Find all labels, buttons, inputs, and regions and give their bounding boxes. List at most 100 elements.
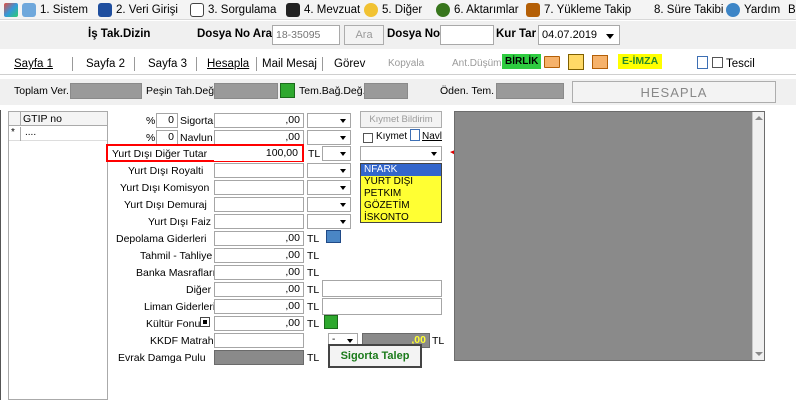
- arrow-right-icon[interactable]: [280, 83, 295, 98]
- gtip-cell[interactable]: ....: [25, 127, 36, 138]
- menu-aktarimlar[interactable]: 6. Aktarımlar: [436, 2, 519, 18]
- folder-open-icon[interactable]: [544, 56, 560, 68]
- app-icon[interactable]: [4, 3, 18, 17]
- kiymet-checkbox[interactable]: [363, 133, 373, 143]
- royalti-input[interactable]: [214, 163, 304, 178]
- tab-sayfa-2[interactable]: Sayfa 2: [86, 58, 125, 70]
- ara-button[interactable]: Ara: [344, 25, 384, 45]
- window-edge: [0, 110, 1, 400]
- navlun-input[interactable]: ,00: [214, 130, 304, 145]
- diger-input[interactable]: ,00: [214, 282, 304, 297]
- kiymet-bildirimi-button[interactable]: Kıymet Bildirim: [360, 111, 442, 128]
- komisyon-currency-select[interactable]: [307, 180, 351, 195]
- e-imza-badge[interactable]: E-İMZA: [618, 54, 663, 69]
- notes-panel[interactable]: [454, 111, 765, 361]
- yurt-disi-diger-currency-select[interactable]: [322, 146, 351, 161]
- tab-mail-mesaj[interactable]: Mail Mesaj: [262, 58, 317, 70]
- menu-sistem[interactable]: 1. Sistem: [22, 2, 88, 18]
- page-title: İş Tak.Dizin: [88, 28, 151, 40]
- menu-sure-takibi[interactable]: 8. Süre Takibi: [654, 2, 723, 18]
- dropdown-option-nfark[interactable]: NFARK: [361, 164, 441, 176]
- scroll-down-icon[interactable]: [755, 352, 763, 356]
- chevron-down-icon: [340, 152, 346, 156]
- dosya-no-ara-input[interactable]: [272, 25, 340, 45]
- dropdown-option-yurt-disi[interactable]: YURT DIŞI: [361, 176, 441, 188]
- faiz-currency-select[interactable]: [307, 214, 351, 229]
- tab-ant-dusum[interactable]: Ant.Düşüm: [452, 58, 501, 69]
- gtip-grid: GTIP no * ....: [8, 111, 108, 400]
- liman-input[interactable]: ,00: [214, 299, 304, 314]
- kkdf-input[interactable]: [214, 333, 304, 348]
- calculator-icon[interactable]: [326, 230, 341, 243]
- tahmil-input[interactable]: ,00: [214, 248, 304, 263]
- arrow-right-icon[interactable]: [324, 315, 338, 329]
- menu-sorgulama[interactable]: 3. Sorgulama: [190, 2, 276, 18]
- tab-kopyala[interactable]: Kopyala: [388, 58, 424, 69]
- tab-sayfa-3[interactable]: Sayfa 3: [148, 58, 187, 70]
- upload-icon[interactable]: [568, 54, 584, 70]
- tescil-checkbox[interactable]: [712, 57, 723, 68]
- depolama-label: Depolama Giderleri: [116, 233, 207, 245]
- sigorta-talep-label: Sigorta Talep: [340, 350, 410, 362]
- dropdown-option-iskonto[interactable]: İSKONTO: [361, 212, 441, 224]
- toplam-ver-field: [70, 83, 142, 99]
- diger-label: Diğer: [186, 284, 212, 296]
- sigorta-talep-button[interactable]: Sigorta Talep: [328, 344, 422, 368]
- scroll-up-icon[interactable]: [755, 116, 763, 120]
- tescil-label: Tescil: [726, 58, 755, 70]
- hesapla-button-label: HESAPLA: [640, 84, 708, 100]
- kultur-checkbox[interactable]: [200, 317, 210, 327]
- folder-export-icon[interactable]: [592, 55, 608, 69]
- navlun-pct-input[interactable]: 0: [156, 130, 178, 145]
- row-marker: *: [11, 127, 15, 138]
- navlun-calc-icon[interactable]: [410, 129, 420, 141]
- scrollbar[interactable]: [752, 112, 764, 360]
- kultur-label: Kültür Fonu: [146, 318, 201, 330]
- sigorta-input[interactable]: ,00: [214, 113, 304, 128]
- menu-yardim[interactable]: Yardım: [726, 2, 780, 18]
- demuraj-currency-select[interactable]: [307, 197, 351, 212]
- komisyon-input[interactable]: [214, 180, 304, 195]
- menu-diger[interactable]: 5. Diğer: [364, 2, 422, 18]
- menu-yukleme-takip[interactable]: 7. Yükleme Takip: [526, 2, 631, 18]
- document-icon[interactable]: [697, 56, 708, 69]
- liman-note-input[interactable]: [322, 298, 442, 315]
- menu-mevzuat[interactable]: 4. Mevzuat: [286, 2, 360, 18]
- faiz-input[interactable]: [214, 214, 304, 229]
- kultur-input[interactable]: ,00: [214, 316, 304, 331]
- navi-label[interactable]: Navl: [422, 131, 442, 142]
- hesapla-button[interactable]: HESAPLA: [572, 81, 776, 103]
- sigorta-currency-select[interactable]: [307, 113, 351, 128]
- tl-unit: TL: [307, 352, 320, 364]
- menu-b[interactable]: B: [788, 2, 796, 18]
- edit-icon: [98, 3, 112, 17]
- navlun-currency-select[interactable]: [307, 130, 351, 145]
- yurt-disi-type-dropdown[interactable]: NFARK YURT DIŞI PETKIM GÖZETİM İSKONTO: [360, 163, 442, 223]
- kur-tar-select[interactable]: 04.07.2019: [538, 25, 620, 45]
- menu-veri-girisi[interactable]: 2. Veri Girişi: [98, 2, 178, 18]
- dropdown-option-petkim[interactable]: PETKIM: [361, 188, 441, 200]
- banka-input[interactable]: ,00: [214, 265, 304, 280]
- table-row[interactable]: * ....: [9, 127, 107, 141]
- dropdown-option-gozetim[interactable]: GÖZETİM: [361, 200, 441, 212]
- dosya-no-label: Dosya No: [387, 28, 441, 40]
- depolama-input[interactable]: ,00: [214, 231, 304, 246]
- royalti-currency-select[interactable]: [307, 163, 351, 178]
- yurt-disi-diger-input[interactable]: 100,00: [214, 146, 302, 161]
- demuraj-input[interactable]: [214, 197, 304, 212]
- yurt-disi-type-select[interactable]: [360, 146, 442, 161]
- diger-note-input[interactable]: [322, 280, 442, 297]
- chevron-down-icon: [340, 220, 346, 224]
- banka-label: Banka Masrafları: [136, 267, 216, 279]
- tl-unit: TL: [308, 148, 321, 160]
- tab-hesapla[interactable]: Hesapla: [207, 58, 249, 70]
- birlik-badge[interactable]: BİRLİK: [502, 54, 542, 69]
- pesin-tah-field: [214, 83, 278, 99]
- sigorta-pct-input[interactable]: 0: [156, 113, 178, 128]
- tab-sayfa-1[interactable]: Sayfa 1: [14, 58, 53, 70]
- chevron-down-icon: [340, 203, 346, 207]
- grid-divider: [20, 112, 21, 126]
- menu-label: 7. Yükleme Takip: [544, 4, 632, 16]
- tab-gorev[interactable]: Görev: [334, 58, 365, 70]
- dosya-no-input[interactable]: [440, 25, 494, 45]
